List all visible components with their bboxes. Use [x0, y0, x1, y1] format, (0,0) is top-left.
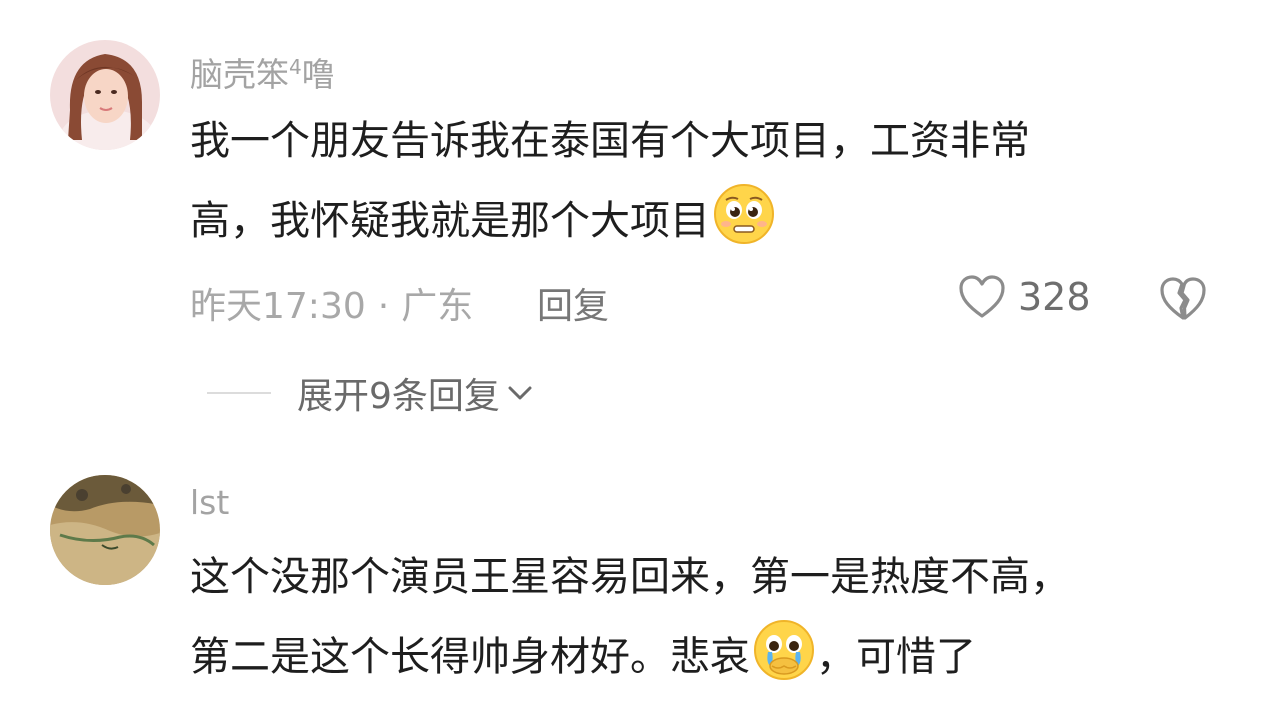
user-avatar[interactable] [50, 475, 160, 585]
pleading-face-emoji-icon [714, 184, 774, 244]
comment-text: 我一个朋友告诉我在泰国有个大项目，工资非常 高，我怀疑我就是那个大项目 [190, 101, 1190, 261]
avatar-image [50, 40, 160, 150]
comment-meta: 昨天17:30 · 广东 [190, 277, 473, 329]
heart-outline-icon [959, 275, 1005, 318]
comment-line-1: 这个没那个演员王星容易回来，第一是热度不高， [190, 554, 1070, 600]
comment-time: 昨天17:30 [190, 286, 366, 327]
reply-button[interactable]: 回复 [537, 277, 609, 329]
crying-face-emoji-icon [754, 620, 814, 680]
username[interactable]: 脑壳笨4噜 [190, 48, 335, 96]
comment-text: 这个没那个演员王星容易回来，第一是热度不高， 第二是这个长得帅身材好。悲哀 ，可… [190, 537, 1190, 697]
broken-heart-icon [1160, 277, 1206, 320]
chevron-down-icon [508, 386, 532, 400]
expand-replies-label: 展开9条回复 [297, 376, 500, 417]
expand-replies-button[interactable]: 展开9条回复 [207, 367, 534, 419]
comment-line-2-text: 第二是这个长得帅身材好。悲哀 [190, 634, 750, 680]
user-avatar[interactable] [50, 40, 160, 150]
username-suffix: 噜 [301, 55, 335, 94]
comment-line-2: 第二是这个长得帅身材好。悲哀 ，可惜了 [190, 617, 1190, 697]
username[interactable]: lst [190, 483, 229, 522]
dislike-button[interactable] [1158, 276, 1208, 326]
like-count: 328 [1018, 275, 1091, 319]
expand-divider-line [207, 392, 271, 394]
username-text: 脑壳笨 [190, 55, 289, 94]
meta-separator: · [377, 286, 390, 327]
comment-location: 广东 [401, 286, 474, 327]
comment-line-2: 高，我怀疑我就是那个大项目 [190, 181, 1190, 261]
avatar-image [50, 475, 160, 585]
comment-line-1: 我一个朋友告诉我在泰国有个大项目，工资非常 [190, 118, 1030, 164]
comment-line-2-text: 高，我怀疑我就是那个大项目 [190, 198, 710, 244]
like-button[interactable]: 328 [958, 274, 1091, 320]
comment-line-2-tail: ，可惜了 [816, 634, 976, 680]
username-superscript: 4 [289, 55, 302, 79]
